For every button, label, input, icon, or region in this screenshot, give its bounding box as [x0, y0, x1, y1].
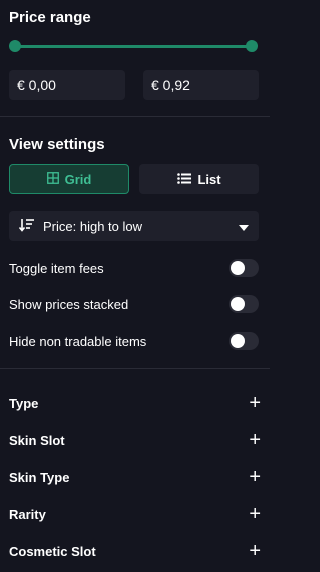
grid-view-button[interactable]: Grid [9, 164, 129, 194]
toggle-item-fees-label: Toggle item fees [9, 260, 104, 276]
price-min-handle[interactable] [9, 40, 21, 52]
filter-label: Rarity [9, 506, 46, 522]
sort-selected-value: Price: high to low [43, 218, 142, 234]
price-min-input[interactable]: € 0,00 [9, 70, 125, 100]
plus-icon: + [249, 392, 261, 414]
filter-skin-type[interactable]: Skin Type + [9, 466, 261, 488]
divider [0, 368, 270, 369]
plus-icon: + [249, 466, 261, 488]
price-max-input[interactable]: € 0,92 [143, 70, 259, 100]
price-range-slider-track[interactable] [15, 45, 251, 48]
hide-non-tradable-label: Hide non tradable items [9, 333, 147, 349]
hide-non-tradable-switch[interactable] [229, 332, 259, 350]
list-view-button[interactable]: List [139, 164, 259, 194]
divider [0, 116, 270, 117]
filter-skin-slot[interactable]: Skin Slot + [9, 429, 261, 451]
price-min-value: € 0,00 [17, 77, 56, 93]
filter-cosmetic-slot[interactable]: Cosmetic Slot + [9, 540, 261, 562]
show-prices-stacked-label: Show prices stacked [9, 296, 129, 312]
plus-icon: + [249, 540, 261, 562]
switch-knob [231, 261, 245, 275]
filter-rarity[interactable]: Rarity + [9, 503, 261, 525]
price-max-value: € 0,92 [151, 77, 190, 93]
switch-knob [231, 334, 245, 348]
price-range-title: Price range [9, 9, 91, 26]
toggle-item-fees-row: Toggle item fees [9, 257, 259, 279]
plus-icon: + [249, 503, 261, 525]
filter-label: Type [9, 395, 39, 411]
sort-dropdown[interactable]: Price: high to low [9, 211, 259, 241]
price-max-handle[interactable] [246, 40, 258, 52]
list-view-label: List [197, 171, 221, 187]
filter-label: Skin Type [9, 469, 70, 485]
list-icon [177, 172, 192, 187]
switch-knob [231, 297, 245, 311]
filter-type[interactable]: Type + [9, 392, 261, 414]
grid-icon [46, 171, 59, 187]
show-prices-stacked-row: Show prices stacked [9, 293, 259, 315]
grid-view-label: Grid [64, 171, 92, 187]
plus-icon: + [249, 429, 261, 451]
toggle-item-fees-switch[interactable] [229, 259, 259, 277]
show-prices-stacked-switch[interactable] [229, 295, 259, 313]
hide-non-tradable-row: Hide non tradable items [9, 330, 259, 352]
view-settings-title: View settings [9, 136, 105, 153]
filter-label: Cosmetic Slot [9, 543, 96, 559]
chevron-down-icon [239, 219, 249, 234]
filter-label: Skin Slot [9, 432, 65, 448]
sort-descending-icon [18, 218, 35, 235]
